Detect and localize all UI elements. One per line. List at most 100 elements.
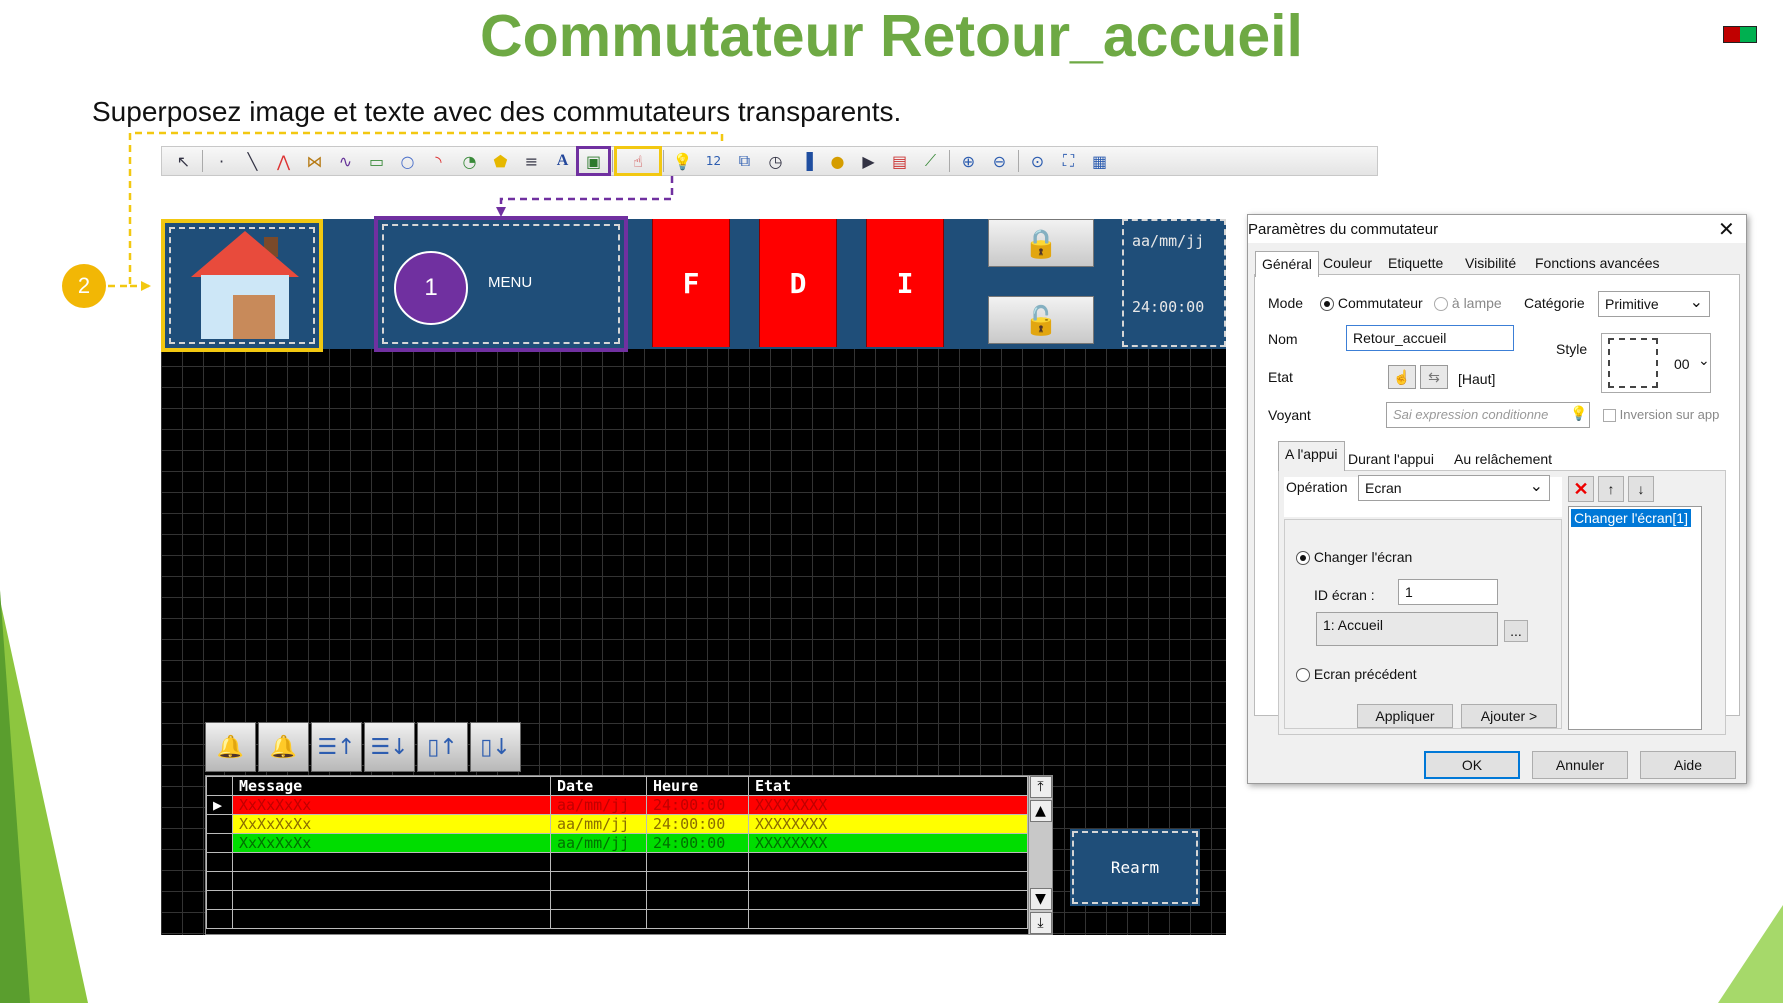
nom-input[interactable]: Retour_accueil xyxy=(1346,325,1514,351)
alarm-scrollbar[interactable]: ⤒ ▲ ▼ ⤓ xyxy=(1028,776,1052,934)
radio-lampe[interactable] xyxy=(1434,297,1448,312)
mode-commutateur-option[interactable]: Commutateur xyxy=(1320,295,1423,312)
alarm-ack-icon[interactable]: 🔔 xyxy=(205,722,256,772)
voyant-label: Voyant xyxy=(1268,407,1311,423)
ecran-precedent-option[interactable]: Ecran précédent xyxy=(1296,666,1417,683)
scroll-down-icon[interactable]: ▼ xyxy=(1029,888,1052,910)
scroll-up-list-icon[interactable]: ☰↑ xyxy=(311,722,362,772)
tab-fonctions-avancees[interactable]: Fonctions avancées xyxy=(1529,251,1666,275)
style-select[interactable]: 00 ⌄ xyxy=(1601,333,1711,393)
clock-icon[interactable]: ● xyxy=(822,148,853,174)
picture-icon[interactable]: ▣ xyxy=(576,146,611,176)
bulb-icon[interactable]: 💡 xyxy=(1570,405,1587,422)
move-down-icon[interactable]: ↓ xyxy=(1628,476,1654,502)
alarm-row-empty xyxy=(206,852,1028,872)
window-icon[interactable]: ⧉ xyxy=(729,148,760,174)
close-icon[interactable]: ✕ xyxy=(1718,217,1735,242)
inversion-label: Inversion sur app xyxy=(1619,407,1720,422)
arrow-select-icon[interactable]: ↖ xyxy=(168,148,199,174)
tab-general[interactable]: Général xyxy=(1255,251,1319,277)
list-icon[interactable]: ≡ xyxy=(516,148,547,174)
alarm-ack-all-icon[interactable]: 🔔 xyxy=(258,722,309,772)
id-ecran-input[interactable]: 1 xyxy=(1398,579,1498,605)
ajouter-button[interactable]: Ajouter > xyxy=(1461,704,1557,728)
action-list-item[interactable]: Changer l'écran[1] xyxy=(1571,509,1691,527)
tab-visibilite[interactable]: Visibilité xyxy=(1459,251,1522,275)
curve-icon[interactable]: ∿ xyxy=(330,148,361,174)
zoom-out-icon[interactable]: ⊙ xyxy=(1022,148,1053,174)
callout-2-marker: 2 xyxy=(62,264,106,308)
zoom-fit-icon[interactable]: ⊕ xyxy=(953,148,984,174)
scroll-bottom-icon[interactable]: ⤓ xyxy=(1029,912,1052,934)
appliquer-button[interactable]: Appliquer xyxy=(1357,704,1453,728)
unlock-button[interactable]: 🔓 xyxy=(988,296,1094,344)
dot-icon[interactable]: · xyxy=(206,148,237,174)
alarm-row[interactable]: XxXxXxXx aa/mm/jj 24:00:00 XXXXXXXX xyxy=(206,814,1028,834)
freeform-icon[interactable]: ⋈ xyxy=(299,148,330,174)
function-key-i[interactable]: I xyxy=(866,219,944,347)
camera-icon[interactable]: ▶ xyxy=(853,148,884,174)
browse-button[interactable]: ... xyxy=(1504,620,1528,642)
line-icon[interactable]: ╲ xyxy=(237,148,268,174)
operation-select[interactable]: Ecran xyxy=(1358,475,1550,501)
inversion-option[interactable]: Inversion sur app xyxy=(1603,407,1720,423)
aide-button[interactable]: Aide xyxy=(1640,751,1736,779)
home-switch[interactable] xyxy=(161,219,323,352)
alarm-cell-empty xyxy=(232,890,551,910)
polyline-icon[interactable]: ⋀ xyxy=(268,148,299,174)
state-on-icon[interactable]: ☝ xyxy=(1388,365,1416,389)
date-display: aa/mm/jj xyxy=(1132,232,1205,250)
page-down-icon[interactable]: ▯↓ xyxy=(470,722,521,772)
annuler-button[interactable]: Annuler xyxy=(1532,751,1628,779)
subtab-a-lappui[interactable]: A l'appui xyxy=(1278,441,1345,471)
recipe-icon[interactable]: ▤ xyxy=(884,148,915,174)
subtab-au-relachement[interactable]: Au relâchement xyxy=(1448,447,1558,471)
scroll-up-icon[interactable]: ▲ xyxy=(1029,800,1052,822)
alarm-cell-empty xyxy=(748,852,1028,872)
rearm-button[interactable]: Rearm xyxy=(1070,829,1200,906)
grid-icon[interactable]: ▦ xyxy=(1084,148,1115,174)
page-up-icon[interactable]: ▯↑ xyxy=(417,722,468,772)
switch-icon[interactable]: ☝ xyxy=(614,146,662,176)
text-icon[interactable]: A xyxy=(547,148,578,174)
radio-changer-ecran[interactable] xyxy=(1296,551,1310,566)
alarm-grid: Message Date Heure Etat ▶ XxXxXxXx aa/mm/j… xyxy=(206,776,1028,929)
state-off-icon[interactable]: ⇆ xyxy=(1420,365,1448,389)
lock-button[interactable]: 🔒 xyxy=(988,219,1094,267)
radio-commutateur[interactable] xyxy=(1320,297,1334,312)
mode-lampe-option[interactable]: à lampe xyxy=(1434,295,1502,312)
zoom-in-icon[interactable]: ⊖ xyxy=(984,148,1015,174)
ok-button[interactable]: OK xyxy=(1424,751,1520,779)
polygon-icon[interactable]: ⬟ xyxy=(485,148,516,174)
tab-couleur[interactable]: Couleur xyxy=(1317,251,1378,275)
scroll-down-list-icon[interactable]: ☰↓ xyxy=(364,722,415,772)
fit-screen-icon[interactable]: ⛶ xyxy=(1053,148,1084,174)
changer-ecran-option[interactable]: Changer l'écran xyxy=(1296,549,1413,566)
categorie-select[interactable]: Primitive xyxy=(1598,291,1710,317)
function-key-d[interactable]: D xyxy=(759,219,837,347)
delete-icon[interactable]: ✕ xyxy=(1568,476,1594,502)
tab-etiquette[interactable]: Etiquette xyxy=(1382,251,1449,275)
gauge-icon[interactable]: ◷ xyxy=(760,148,791,174)
alarm-row[interactable]: XxXxXxXx aa/mm/jj 24:00:00 XXXXXXXX xyxy=(206,833,1028,853)
scroll-top-icon[interactable]: ⤒ xyxy=(1029,776,1052,798)
move-up-icon[interactable]: ↑ xyxy=(1598,476,1624,502)
pie-icon[interactable]: ◔ xyxy=(454,148,485,174)
alarm-row[interactable]: ▶ XxXxXxXx aa/mm/jj 24:00:00 XXXXXXXX xyxy=(206,795,1028,815)
lamp-icon[interactable]: 💡 xyxy=(667,148,698,174)
subtab-durant-lappui[interactable]: Durant l'appui xyxy=(1342,447,1440,471)
alarm-cell-message: XxXxXxXx xyxy=(232,814,551,834)
voyant-input[interactable]: Sai expression conditionne xyxy=(1386,402,1590,428)
changer-ecran-label: Changer l'écran xyxy=(1313,549,1413,565)
menu-switch[interactable]: 1 MENU xyxy=(374,216,628,352)
rectangle-icon[interactable]: ▭ xyxy=(361,148,392,174)
circle-icon[interactable]: ○ xyxy=(392,148,423,174)
numeric-icon[interactable]: 12 xyxy=(698,148,729,174)
radio-ecran-precedent[interactable] xyxy=(1296,668,1310,683)
inversion-checkbox[interactable] xyxy=(1603,409,1616,423)
bar-graph-icon[interactable]: ▐ xyxy=(791,148,822,174)
trend-icon[interactable]: ⟋ xyxy=(915,148,946,174)
function-key-f[interactable]: F xyxy=(652,219,730,347)
arc-icon[interactable]: ◝ xyxy=(423,148,454,174)
etat-value: [Haut] xyxy=(1458,371,1496,387)
